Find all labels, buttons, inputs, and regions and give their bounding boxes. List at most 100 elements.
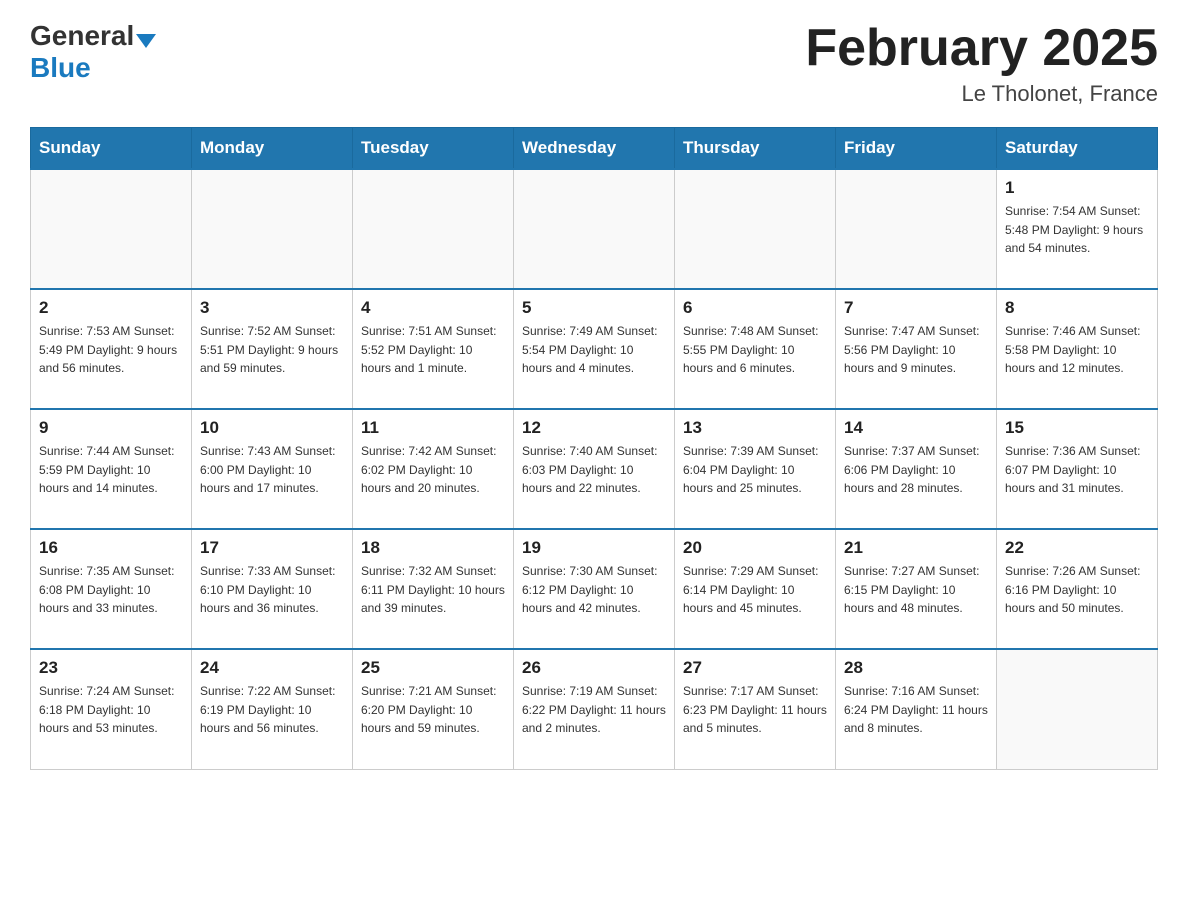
- day-number: 8: [1005, 298, 1149, 318]
- day-number: 13: [683, 418, 827, 438]
- calendar-cell: 5 Sunrise: 7:49 AM Sunset: 5:54 PM Daylig…: [514, 289, 675, 409]
- day-of-week-header: Wednesday: [514, 128, 675, 170]
- day-info: Sunrise: 7:53 AM Sunset: 5:49 PM Dayligh…: [39, 322, 183, 378]
- day-number: 22: [1005, 538, 1149, 558]
- day-number: 15: [1005, 418, 1149, 438]
- day-info: Sunrise: 7:48 AM Sunset: 5:55 PM Dayligh…: [683, 322, 827, 378]
- day-number: 10: [200, 418, 344, 438]
- day-info: Sunrise: 7:22 AM Sunset: 6:19 PM Dayligh…: [200, 682, 344, 738]
- day-number: 21: [844, 538, 988, 558]
- day-info: Sunrise: 7:27 AM Sunset: 6:15 PM Dayligh…: [844, 562, 988, 618]
- day-info: Sunrise: 7:16 AM Sunset: 6:24 PM Dayligh…: [844, 682, 988, 738]
- day-info: Sunrise: 7:40 AM Sunset: 6:03 PM Dayligh…: [522, 442, 666, 498]
- day-number: 1: [1005, 178, 1149, 198]
- day-info: Sunrise: 7:33 AM Sunset: 6:10 PM Dayligh…: [200, 562, 344, 618]
- calendar-cell: 6 Sunrise: 7:48 AM Sunset: 5:55 PM Daylig…: [675, 289, 836, 409]
- day-info: Sunrise: 7:29 AM Sunset: 6:14 PM Dayligh…: [683, 562, 827, 618]
- calendar-cell: 19 Sunrise: 7:30 AM Sunset: 6:12 PM Dayli…: [514, 529, 675, 649]
- month-title: February 2025: [805, 20, 1158, 77]
- calendar-cell: 20 Sunrise: 7:29 AM Sunset: 6:14 PM Dayli…: [675, 529, 836, 649]
- logo-general: General: [30, 20, 134, 51]
- calendar-cell: 13 Sunrise: 7:39 AM Sunset: 6:04 PM Dayli…: [675, 409, 836, 529]
- day-number: 18: [361, 538, 505, 558]
- day-number: 28: [844, 658, 988, 678]
- day-number: 11: [361, 418, 505, 438]
- day-info: Sunrise: 7:37 AM Sunset: 6:06 PM Dayligh…: [844, 442, 988, 498]
- calendar-cell: [31, 169, 192, 289]
- calendar-cell: 7Sunrise: 7:47 AM Sunset: 5:56 PM Daylig…: [836, 289, 997, 409]
- logo-blue: Blue: [30, 52, 91, 83]
- calendar-week-row: 1Sunrise: 7:54 AM Sunset: 5:48 PM Daylig…: [31, 169, 1158, 289]
- day-number: 9: [39, 418, 183, 438]
- calendar-cell: 12 Sunrise: 7:40 AM Sunset: 6:03 PM Dayli…: [514, 409, 675, 529]
- day-of-week-header: Sunday: [31, 128, 192, 170]
- day-number: 5: [522, 298, 666, 318]
- calendar-cell: [514, 169, 675, 289]
- day-info: Sunrise: 7:51 AM Sunset: 5:52 PM Dayligh…: [361, 322, 505, 378]
- calendar-cell: 2 Sunrise: 7:53 AM Sunset: 5:49 PM Daylig…: [31, 289, 192, 409]
- day-info: Sunrise: 7:17 AM Sunset: 6:23 PM Dayligh…: [683, 682, 827, 738]
- logo-triangle-icon: [136, 34, 156, 48]
- calendar-cell: 21 Sunrise: 7:27 AM Sunset: 6:15 PM Dayli…: [836, 529, 997, 649]
- day-info: Sunrise: 7:42 AM Sunset: 6:02 PM Dayligh…: [361, 442, 505, 498]
- day-number: 3: [200, 298, 344, 318]
- calendar-cell: [353, 169, 514, 289]
- calendar-cell: 22 Sunrise: 7:26 AM Sunset: 6:16 PM Dayli…: [997, 529, 1158, 649]
- page-header: General Blue February 2025 Le Tholonet, …: [30, 20, 1158, 107]
- day-number: 24: [200, 658, 344, 678]
- day-number: 2: [39, 298, 183, 318]
- day-number: 26: [522, 658, 666, 678]
- calendar-cell: 17 Sunrise: 7:33 AM Sunset: 6:10 PM Dayli…: [192, 529, 353, 649]
- calendar-cell: 28 Sunrise: 7:16 AM Sunset: 6:24 PM Dayli…: [836, 649, 997, 769]
- day-number: 27: [683, 658, 827, 678]
- calendar-cell: [836, 169, 997, 289]
- calendar-cell: [997, 649, 1158, 769]
- calendar-cell: 18 Sunrise: 7:32 AM Sunset: 6:11 PM Dayli…: [353, 529, 514, 649]
- calendar-cell: 16Sunrise: 7:35 AM Sunset: 6:08 PM Dayli…: [31, 529, 192, 649]
- day-info: Sunrise: 7:32 AM Sunset: 6:11 PM Dayligh…: [361, 562, 505, 618]
- day-info: Sunrise: 7:26 AM Sunset: 6:16 PM Dayligh…: [1005, 562, 1149, 618]
- day-number: 4: [361, 298, 505, 318]
- calendar-cell: 11 Sunrise: 7:42 AM Sunset: 6:02 PM Dayli…: [353, 409, 514, 529]
- day-info: Sunrise: 7:43 AM Sunset: 6:00 PM Dayligh…: [200, 442, 344, 498]
- day-of-week-header: Monday: [192, 128, 353, 170]
- calendar-week-row: 23Sunrise: 7:24 AM Sunset: 6:18 PM Dayli…: [31, 649, 1158, 769]
- day-info: Sunrise: 7:30 AM Sunset: 6:12 PM Dayligh…: [522, 562, 666, 618]
- calendar-cell: 14 Sunrise: 7:37 AM Sunset: 6:06 PM Dayli…: [836, 409, 997, 529]
- calendar-cell: 1Sunrise: 7:54 AM Sunset: 5:48 PM Daylig…: [997, 169, 1158, 289]
- day-number: 17: [200, 538, 344, 558]
- day-of-week-header: Saturday: [997, 128, 1158, 170]
- logo: General Blue: [30, 20, 156, 84]
- day-info: Sunrise: 7:19 AM Sunset: 6:22 PM Dayligh…: [522, 682, 666, 738]
- calendar-cell: 26 Sunrise: 7:19 AM Sunset: 6:22 PM Dayli…: [514, 649, 675, 769]
- calendar-cell: 9 Sunrise: 7:44 AM Sunset: 5:59 PM Daylig…: [31, 409, 192, 529]
- day-number: 12: [522, 418, 666, 438]
- day-number: 6: [683, 298, 827, 318]
- logo-blue-text: Blue: [30, 52, 91, 84]
- day-info: Sunrise: 7:35 AM Sunset: 6:08 PM Dayligh…: [39, 562, 183, 618]
- calendar-cell: 3Sunrise: 7:52 AM Sunset: 5:51 PM Daylig…: [192, 289, 353, 409]
- calendar-cell: 27 Sunrise: 7:17 AM Sunset: 6:23 PM Dayli…: [675, 649, 836, 769]
- day-info: Sunrise: 7:39 AM Sunset: 6:04 PM Dayligh…: [683, 442, 827, 498]
- day-info: Sunrise: 7:36 AM Sunset: 6:07 PM Dayligh…: [1005, 442, 1149, 498]
- day-of-week-header: Tuesday: [353, 128, 514, 170]
- calendar-header-row: SundayMondayTuesdayWednesdayThursdayFrid…: [31, 128, 1158, 170]
- calendar-cell: 4 Sunrise: 7:51 AM Sunset: 5:52 PM Daylig…: [353, 289, 514, 409]
- day-info: Sunrise: 7:49 AM Sunset: 5:54 PM Dayligh…: [522, 322, 666, 378]
- day-number: 20: [683, 538, 827, 558]
- day-number: 14: [844, 418, 988, 438]
- calendar-cell: [192, 169, 353, 289]
- calendar-cell: 25 Sunrise: 7:21 AM Sunset: 6:20 PM Dayli…: [353, 649, 514, 769]
- day-info: Sunrise: 7:21 AM Sunset: 6:20 PM Dayligh…: [361, 682, 505, 738]
- title-block: February 2025 Le Tholonet, France: [805, 20, 1158, 107]
- calendar-week-row: 9 Sunrise: 7:44 AM Sunset: 5:59 PM Daylig…: [31, 409, 1158, 529]
- day-number: 19: [522, 538, 666, 558]
- calendar-cell: 8Sunrise: 7:46 AM Sunset: 5:58 PM Daylig…: [997, 289, 1158, 409]
- day-number: 7: [844, 298, 988, 318]
- day-info: Sunrise: 7:44 AM Sunset: 5:59 PM Dayligh…: [39, 442, 183, 498]
- day-number: 25: [361, 658, 505, 678]
- calendar-cell: 23Sunrise: 7:24 AM Sunset: 6:18 PM Dayli…: [31, 649, 192, 769]
- calendar-cell: [675, 169, 836, 289]
- calendar-week-row: 2 Sunrise: 7:53 AM Sunset: 5:49 PM Daylig…: [31, 289, 1158, 409]
- calendar-table: SundayMondayTuesdayWednesdayThursdayFrid…: [30, 127, 1158, 770]
